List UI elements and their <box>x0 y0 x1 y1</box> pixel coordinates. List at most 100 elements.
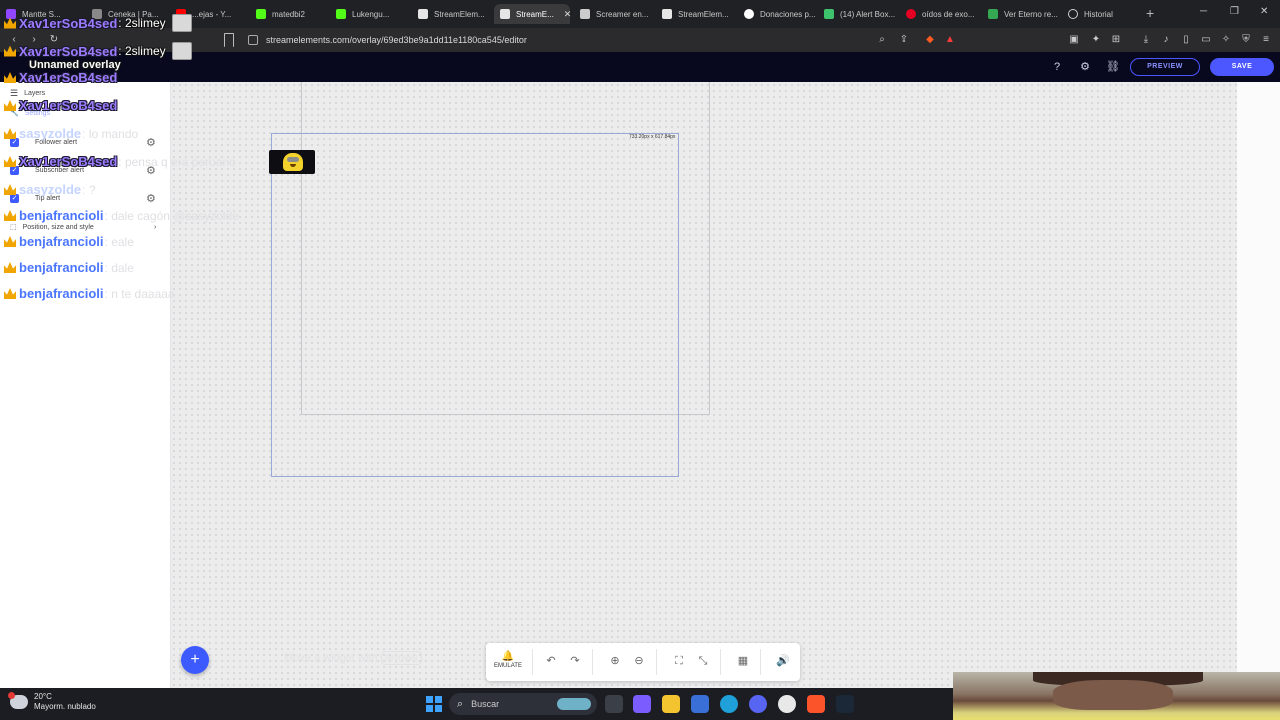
tab[interactable]: Lukengu... <box>336 4 408 24</box>
tab[interactable]: StreamElem... <box>418 4 490 24</box>
store-icon[interactable] <box>691 695 709 713</box>
menu-icon[interactable]: ≡ <box>1260 34 1272 46</box>
shrink-icon[interactable]: ⤡ <box>696 654 710 668</box>
widget-size-label: 733.20px x 617.84px <box>629 134 676 140</box>
url-field[interactable]: streamelements.com/overlay/69ed3be9a1dd1… <box>248 31 968 49</box>
brave-icon[interactable] <box>807 695 825 713</box>
bookmark-icon[interactable] <box>224 33 234 47</box>
close-window-icon[interactable]: ✕ <box>1260 6 1268 17</box>
streamelements-icon <box>418 9 428 19</box>
webcam-overlay <box>953 672 1280 720</box>
canvas-right-panel <box>1237 82 1280 688</box>
divider <box>720 649 721 675</box>
emulate-button[interactable]: 🔔 EMULATE <box>492 651 524 669</box>
brave-rewards-icon[interactable]: ▲ <box>944 34 956 46</box>
weather-widget[interactable]: 20°C Mayorm. nublado <box>8 692 96 712</box>
gear-icon[interactable]: ⚙ <box>146 192 156 205</box>
sidebar-icon[interactable]: ▯ <box>1180 34 1192 46</box>
selected-widget-frame[interactable] <box>271 133 679 477</box>
grid-icon[interactable]: ▦ <box>736 654 750 668</box>
close-tab-icon[interactable]: ✕ <box>564 9 570 20</box>
extension-icon[interactable]: ▣ <box>1068 34 1080 46</box>
site-icon <box>744 9 754 19</box>
taskbar-search[interactable]: ⌕ Buscar <box>449 693 597 715</box>
chat-message: sasyzolde : lo mando <box>4 126 138 141</box>
crown-icon <box>4 156 16 167</box>
editor-header: ? ⚙ ⛓ PREVIEW SAVE <box>0 52 1280 82</box>
streamelements-icon <box>500 9 510 19</box>
tab-active[interactable]: StreamE... ✕ <box>494 4 570 24</box>
downloads-icon[interactable]: ⤓ <box>1140 34 1152 46</box>
new-tab-button[interactable]: + <box>1146 5 1154 21</box>
task-view-icon[interactable] <box>605 695 623 713</box>
copilot-icon[interactable] <box>633 695 651 713</box>
crown-icon <box>4 17 16 29</box>
add-widget-button[interactable]: + <box>181 646 209 674</box>
tab[interactable]: Historial <box>1068 4 1140 24</box>
vpn-icon[interactable]: ⛨ <box>1240 34 1252 46</box>
chat-message: Xav1erSoB4sed : pensa q era peruano <box>4 154 236 169</box>
search-highlight-icon <box>557 698 591 710</box>
search-icon: ⌕ <box>457 697 464 710</box>
tab[interactable]: Screamer en... <box>580 4 656 24</box>
leo-icon[interactable]: ✧ <box>1220 34 1232 46</box>
crown-icon <box>4 184 16 195</box>
tab[interactable]: Donaciones p... <box>744 4 818 24</box>
save-button[interactable]: SAVE <box>1210 58 1274 76</box>
zoom-out-icon[interactable]: ⊖ <box>632 654 646 668</box>
gear-icon[interactable]: ⚙ <box>146 136 156 149</box>
streamelements-icon <box>662 9 672 19</box>
file-explorer-icon[interactable] <box>662 695 680 713</box>
extension-icon[interactable]: ⊞ <box>1110 34 1122 46</box>
obs-icon[interactable] <box>778 695 796 713</box>
crown-icon <box>4 210 16 221</box>
extension-icon[interactable]: ✦ <box>1090 34 1102 46</box>
help-icon[interactable]: ? <box>1050 60 1064 74</box>
streamlabs-icon <box>824 9 834 19</box>
steam-icon[interactable] <box>836 695 854 713</box>
chat-message: benjafrancioli : eale <box>4 234 134 249</box>
settings-icon[interactable]: ⚙ <box>1078 60 1092 74</box>
bell-icon: 🔔 <box>501 651 515 662</box>
tab[interactable]: Ver Eterno re... <box>988 4 1060 24</box>
chat-message: Xav1erSoB4sed <box>4 70 117 85</box>
chevron-right-icon: › <box>154 223 157 231</box>
zoom-icon[interactable]: ⌕ <box>876 34 888 46</box>
preview-button[interactable]: PREVIEW <box>1130 58 1200 76</box>
maximize-icon[interactable]: ❐ <box>1230 6 1239 17</box>
undo-icon[interactable]: ↶ <box>544 654 558 668</box>
alert-image-preview[interactable] <box>269 150 315 174</box>
minimize-icon[interactable]: ─ <box>1200 6 1207 17</box>
zoom-in-icon[interactable]: ⊕ <box>608 654 622 668</box>
wallet-icon[interactable]: ▭ <box>1200 34 1212 46</box>
browser-tab-bar: Mantte S... Ceneka | Pa... ...ejas - Y..… <box>0 0 1280 28</box>
media-icon[interactable]: ♪ <box>1160 34 1172 46</box>
crown-icon <box>4 72 16 83</box>
brave-shield-icon[interactable]: ◆ <box>924 34 936 46</box>
site-icon <box>580 9 590 19</box>
site-settings-icon[interactable] <box>248 35 258 45</box>
tab[interactable]: matedbi2 <box>256 4 326 24</box>
fit-screen-icon[interactable]: ⛶ <box>672 654 686 668</box>
link-icon[interactable]: ⛓ <box>1106 60 1120 74</box>
edge-icon[interactable] <box>720 695 738 713</box>
tab[interactable]: (14) Alert Box... <box>824 4 896 24</box>
windows-start-icon[interactable] <box>426 696 442 712</box>
volume-icon[interactable]: 🔊 <box>776 654 790 668</box>
tab[interactable]: oídos de exo... <box>906 4 978 24</box>
share-icon[interactable]: ⇪ <box>898 34 910 46</box>
chat-message: Xav1erSoB4sed : 2slimey <box>4 14 192 32</box>
crown-icon <box>4 262 16 273</box>
chat-message: sasyzolde : ? <box>4 182 96 197</box>
divider <box>592 649 593 675</box>
discord-icon[interactable] <box>749 695 767 713</box>
tab[interactable]: StreamElem... <box>662 4 736 24</box>
site-icon <box>988 9 998 19</box>
position-icon: ⬚ <box>10 224 17 231</box>
redo-icon[interactable]: ↷ <box>568 654 582 668</box>
crown-icon <box>4 100 16 111</box>
divider <box>532 649 533 675</box>
chat-message: benjafrancioli : dale cagón @sasyzolde <box>4 208 239 223</box>
kick-icon <box>256 9 266 19</box>
layers-sidebar: ☰ Layers 🔧 Settings ✓ Follower alert ⚙ ✓… <box>0 82 171 688</box>
